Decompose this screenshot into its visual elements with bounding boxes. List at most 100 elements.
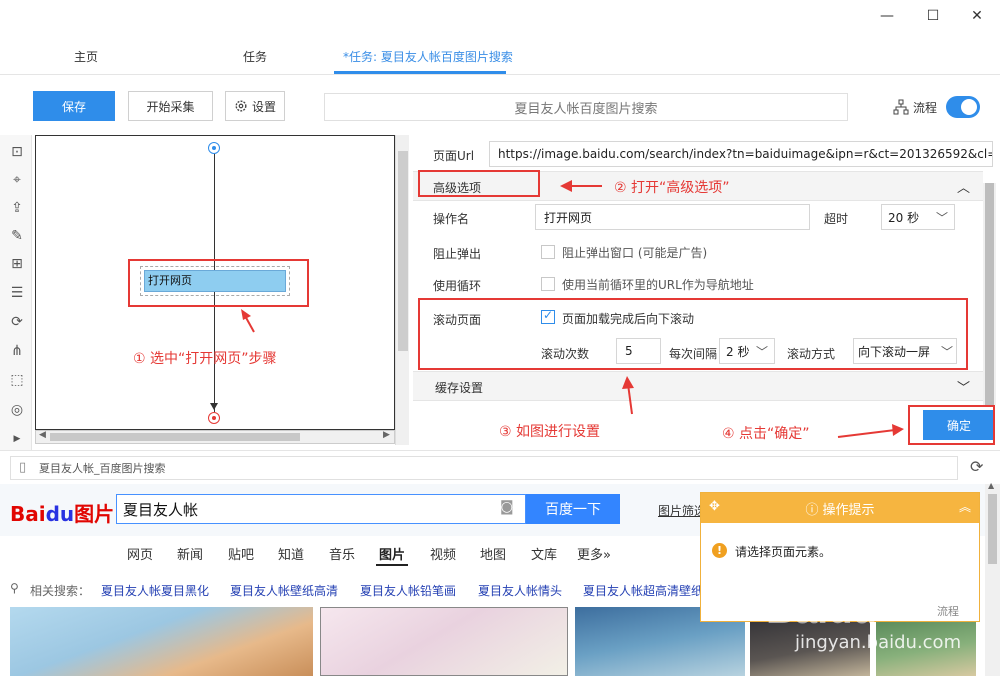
logo-text-bai: Bai xyxy=(10,502,46,526)
extract-icon[interactable]: ⇪ xyxy=(8,199,26,217)
switch-dropdown-icon[interactable]: ◎ xyxy=(8,401,26,419)
page-scroll-thumb[interactable] xyxy=(988,494,997,564)
flow-label: 流程 xyxy=(913,101,938,115)
save-button[interactable]: 保存 xyxy=(33,91,115,121)
timeout-select[interactable]: 20 秒 ﹀ xyxy=(881,204,955,230)
flow-start-node[interactable] xyxy=(208,142,220,154)
panel-scroll-thumb[interactable] xyxy=(985,183,994,405)
address-bar[interactable]: ▯ 夏目友人帐_百度图片搜索 xyxy=(10,456,958,480)
nav-web[interactable]: 网页 xyxy=(127,544,153,563)
gear-icon xyxy=(235,100,247,112)
result-image[interactable] xyxy=(320,607,568,676)
scroll-left-icon[interactable]: ◀ xyxy=(39,430,46,440)
nav-images[interactable]: 图片 xyxy=(379,544,405,563)
flowchart-icon xyxy=(893,99,909,115)
loop-list-icon[interactable]: ☰ xyxy=(8,284,26,302)
chevron-up-icon[interactable]: ︿ xyxy=(957,177,970,196)
related-link[interactable]: 夏目友人帐夏目黑化 xyxy=(101,582,209,599)
camera-icon[interactable]: ◙ xyxy=(500,499,514,515)
annotation-step4: ④ 点击“确定” xyxy=(722,426,810,442)
page-scrollbar[interactable]: ▲ xyxy=(985,481,1000,676)
tab-tasks[interactable]: 任务 xyxy=(243,48,267,65)
open-page-icon[interactable]: ⊡ xyxy=(8,143,26,161)
timeout-value: 20 秒 xyxy=(888,210,920,225)
panel-scrollbar[interactable] xyxy=(983,183,996,405)
baidu-search-input[interactable]: 夏目友人帐 xyxy=(116,494,526,524)
warning-icon: ! xyxy=(712,543,727,558)
watermark-logo: Baidu xyxy=(766,588,878,632)
task-name-field[interactable]: 夏目友人帐百度图片搜索 xyxy=(324,93,848,121)
baidu-logo[interactable]: Baidu图片 xyxy=(10,498,114,527)
nav-music[interactable]: 音乐 xyxy=(329,544,355,563)
related-link[interactable]: 夏目友人帐超高清壁纸 xyxy=(583,582,703,599)
maximize-button[interactable]: ☐ xyxy=(918,8,948,24)
block-popup-label: 阻止弹出 xyxy=(433,247,482,261)
nav-wenku[interactable]: 文库 xyxy=(531,544,557,563)
result-image[interactable] xyxy=(10,607,313,676)
page-url-input[interactable]: https://image.baidu.com/search/index?tn=… xyxy=(489,141,993,167)
browser-bar: ▯ 夏目友人帐_百度图片搜索 ⟳ xyxy=(0,450,1000,484)
close-button[interactable]: ✕ xyxy=(962,8,992,24)
refresh-icon[interactable]: ⟳ xyxy=(970,457,983,476)
expand-icon[interactable]: ▶ xyxy=(8,430,26,448)
identify-icon[interactable]: ⊞ xyxy=(8,255,26,273)
search-icon: ⚲ xyxy=(10,581,19,595)
tab-current-task[interactable]: *任务: 夏目友人帐百度图片搜索 xyxy=(343,48,513,65)
canvas-horizontal-scrollbar[interactable]: ◀ ▶ xyxy=(35,430,395,444)
block-popup-checkbox[interactable] xyxy=(541,245,555,259)
cache-section-header[interactable]: 缓存设置 ﹀ xyxy=(413,371,983,401)
nav-video[interactable]: 视频 xyxy=(430,544,456,563)
op-name-input[interactable]: 打开网页 xyxy=(535,204,810,230)
canvas-vertical-scrollbar[interactable] xyxy=(395,135,409,445)
canvas-vscroll-thumb[interactable] xyxy=(398,151,408,351)
action-icon-strip: ⊡ ⌖ ⇪ ✎ ⊞ ☰ ⟳ ⋔ ⬚ ◎ ▶ xyxy=(0,135,32,450)
use-loop-checkbox[interactable] xyxy=(541,277,555,291)
collapse-icon[interactable]: ︽ xyxy=(959,498,971,515)
chevron-down-icon[interactable]: ﹀ xyxy=(957,377,970,396)
minimize-button[interactable]: — xyxy=(872,8,902,24)
related-search-label: 相关搜索： xyxy=(30,584,91,598)
loop-icon[interactable]: ⟳ xyxy=(8,313,26,331)
nav-news[interactable]: 新闻 xyxy=(177,544,203,563)
scroll-up-icon[interactable]: ▲ xyxy=(988,481,994,490)
tab-bar: 主页 任务 *任务: 夏目友人帐百度图片搜索 xyxy=(0,38,1000,75)
nav-zhidao[interactable]: 知道 xyxy=(278,544,304,563)
app-window: — ☐ ✕ 主页 任务 *任务: 夏目友人帐百度图片搜索 保存 开始采集 设置 … xyxy=(0,0,1000,676)
annotation-step2: ② 打开“高级选项” xyxy=(614,180,730,196)
logo-text-image: 图片 xyxy=(74,502,115,526)
use-loop-label: 使用循环 xyxy=(433,279,482,293)
flow-end-node[interactable] xyxy=(208,412,220,424)
page-icon: ▯ xyxy=(19,460,27,475)
active-tab-indicator xyxy=(334,71,506,74)
baidu-search-button[interactable]: 百度一下 xyxy=(526,494,620,524)
scroll-right-icon[interactable]: ▶ xyxy=(383,430,390,440)
tip-header[interactable]: ✥ ⓘ 操作提示 ︽ xyxy=(701,493,979,523)
nav-more[interactable]: 更多» xyxy=(577,544,611,563)
settings-label: 设置 xyxy=(251,99,276,114)
branch-icon[interactable]: ⋔ xyxy=(8,342,26,360)
flow-toggle[interactable] xyxy=(946,96,980,118)
click-icon[interactable]: ⌖ xyxy=(8,171,26,189)
canvas-hscroll-thumb[interactable] xyxy=(50,433,300,441)
highlight-scroll-box xyxy=(418,298,968,370)
logo-text-du: du xyxy=(45,502,75,526)
image-filter-link[interactable]: 图片筛选 xyxy=(658,502,706,519)
input-text-icon[interactable]: ✎ xyxy=(8,227,26,245)
move-icon[interactable]: ✥ xyxy=(709,499,720,514)
start-collect-button[interactable]: 开始采集 xyxy=(128,91,213,121)
use-loop-text: 使用当前循环里的URL作为导航地址 xyxy=(562,278,754,292)
annotation-step1: ① 选中“打开网页”步骤 xyxy=(133,351,277,367)
tip-message: 请选择页面元素。 xyxy=(735,545,832,559)
annotation-step3: ③ 如图进行设置 xyxy=(499,424,601,440)
related-link[interactable]: 夏目友人帐壁纸高清 xyxy=(230,582,338,599)
nav-tieba[interactable]: 贴吧 xyxy=(228,544,254,563)
tip-footer-link[interactable]: 流程 xyxy=(937,603,959,619)
mouse-hover-icon[interactable]: ⬚ xyxy=(8,371,26,389)
cache-title: 缓存设置 xyxy=(435,381,484,395)
related-link[interactable]: 夏目友人帐铅笔画 xyxy=(360,582,456,599)
related-link[interactable]: 夏目友人帐情头 xyxy=(478,582,562,599)
highlight-advanced-box xyxy=(418,170,540,197)
settings-button[interactable]: 设置 xyxy=(225,91,285,121)
nav-map[interactable]: 地图 xyxy=(480,544,506,563)
tab-home[interactable]: 主页 xyxy=(74,48,98,65)
